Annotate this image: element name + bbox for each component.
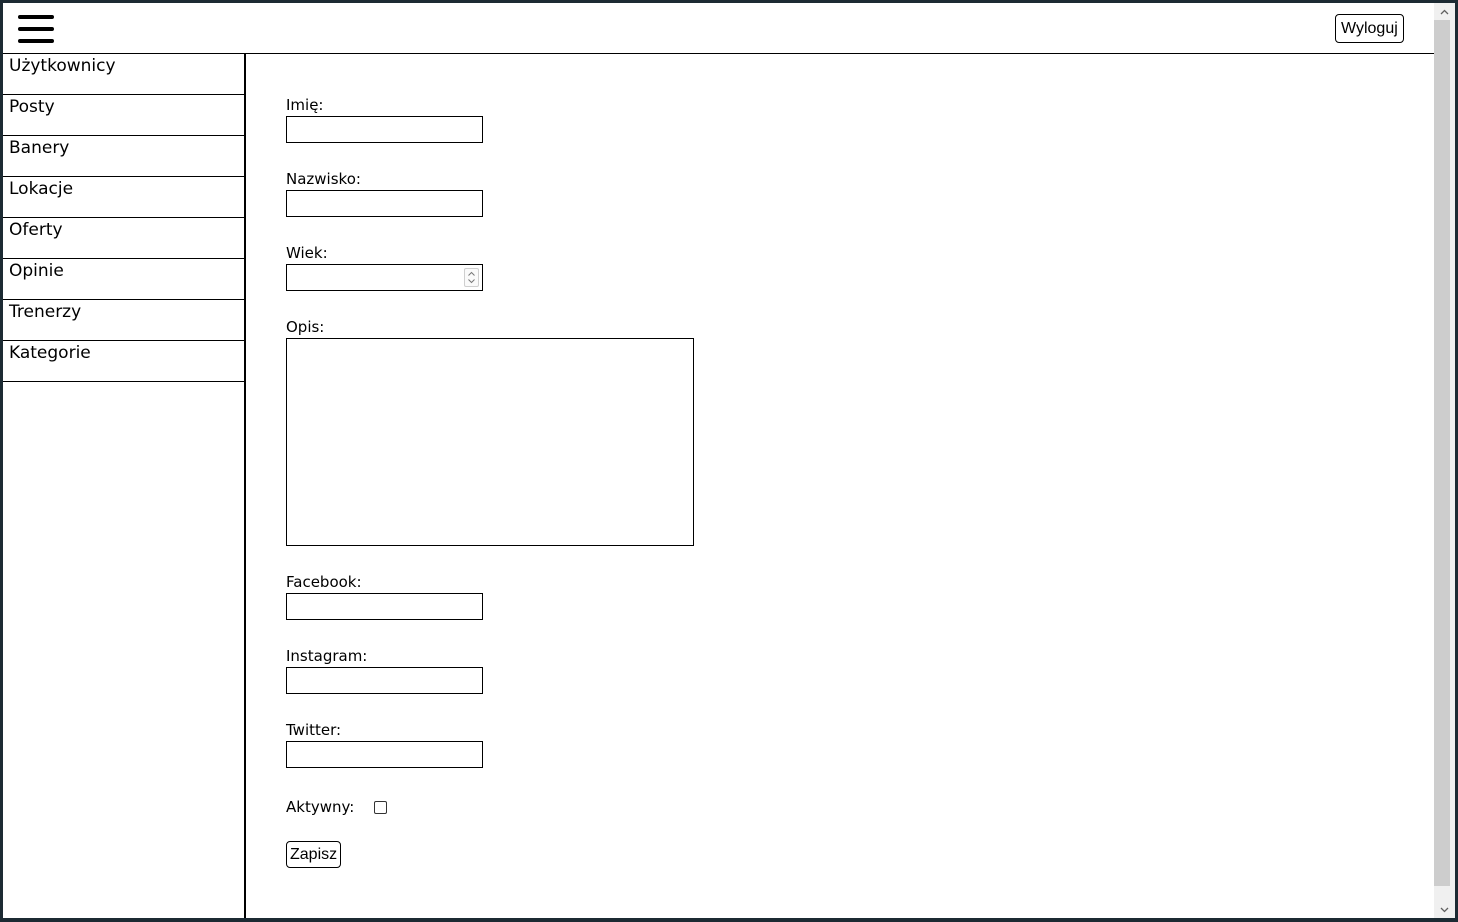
sidebar-item-locations[interactable]: Lokacje (3, 177, 244, 218)
instagram-field-group: Instagram: (286, 647, 483, 694)
scrollbar-thumb[interactable] (1434, 20, 1450, 886)
scroll-down-arrow-icon[interactable] (1434, 901, 1455, 918)
sidebar-item-posts[interactable]: Posty (3, 95, 244, 136)
active-label: Aktywny: (286, 798, 355, 816)
instagram-input[interactable] (286, 667, 483, 694)
age-field-group: Wiek: (286, 244, 483, 291)
app-window: Wyloguj Użytkownicy Posty Banery Lokacje… (3, 3, 1455, 918)
active-checkbox[interactable] (374, 800, 388, 814)
sidebar-item-categories[interactable]: Kategorie (3, 341, 244, 382)
description-label: Opis: (286, 318, 325, 336)
description-field-group: Opis: (286, 318, 694, 546)
age-label: Wiek: (286, 244, 328, 262)
age-input[interactable] (287, 265, 457, 290)
age-number-field (286, 264, 483, 291)
last-name-field-group: Nazwisko: (286, 170, 483, 217)
top-bar: Wyloguj (3, 3, 1434, 54)
sidebar-item-users[interactable]: Użytkownicy (3, 54, 244, 95)
active-field-group: Aktywny: (286, 798, 388, 816)
scroll-up-arrow-icon[interactable] (1434, 3, 1455, 20)
description-textarea[interactable] (286, 338, 694, 546)
facebook-input[interactable] (286, 593, 483, 620)
first-name-label: Imię: (286, 96, 324, 114)
sidebar-item-banners[interactable]: Banery (3, 136, 244, 177)
main-content: Imię: Nazwisko: Wiek: Opis: Facebook: In… (246, 54, 1434, 918)
sidebar-item-trainers[interactable]: Trenerzy (3, 300, 244, 341)
hamburger-menu-icon[interactable] (18, 15, 54, 43)
facebook-label: Facebook: (286, 573, 362, 591)
twitter-input[interactable] (286, 741, 483, 768)
first-name-field-group: Imię: (286, 96, 483, 143)
twitter-label: Twitter: (286, 721, 342, 739)
save-button[interactable]: Zapisz (286, 841, 342, 868)
sidebar-item-reviews[interactable]: Opinie (3, 259, 244, 300)
last-name-input[interactable] (286, 190, 483, 217)
last-name-label: Nazwisko: (286, 170, 361, 188)
logout-button[interactable]: Wyloguj (1335, 14, 1404, 43)
instagram-label: Instagram: (286, 647, 368, 665)
spinner-arrows-icon (468, 271, 475, 284)
twitter-field-group: Twitter: (286, 721, 483, 768)
vertical-scrollbar[interactable] (1434, 3, 1455, 918)
sidebar-item-offers[interactable]: Oferty (3, 218, 244, 259)
sidebar: Użytkownicy Posty Banery Lokacje Oferty … (3, 54, 246, 918)
age-spinner[interactable] (464, 268, 479, 287)
first-name-input[interactable] (286, 116, 483, 143)
facebook-field-group: Facebook: (286, 573, 483, 620)
